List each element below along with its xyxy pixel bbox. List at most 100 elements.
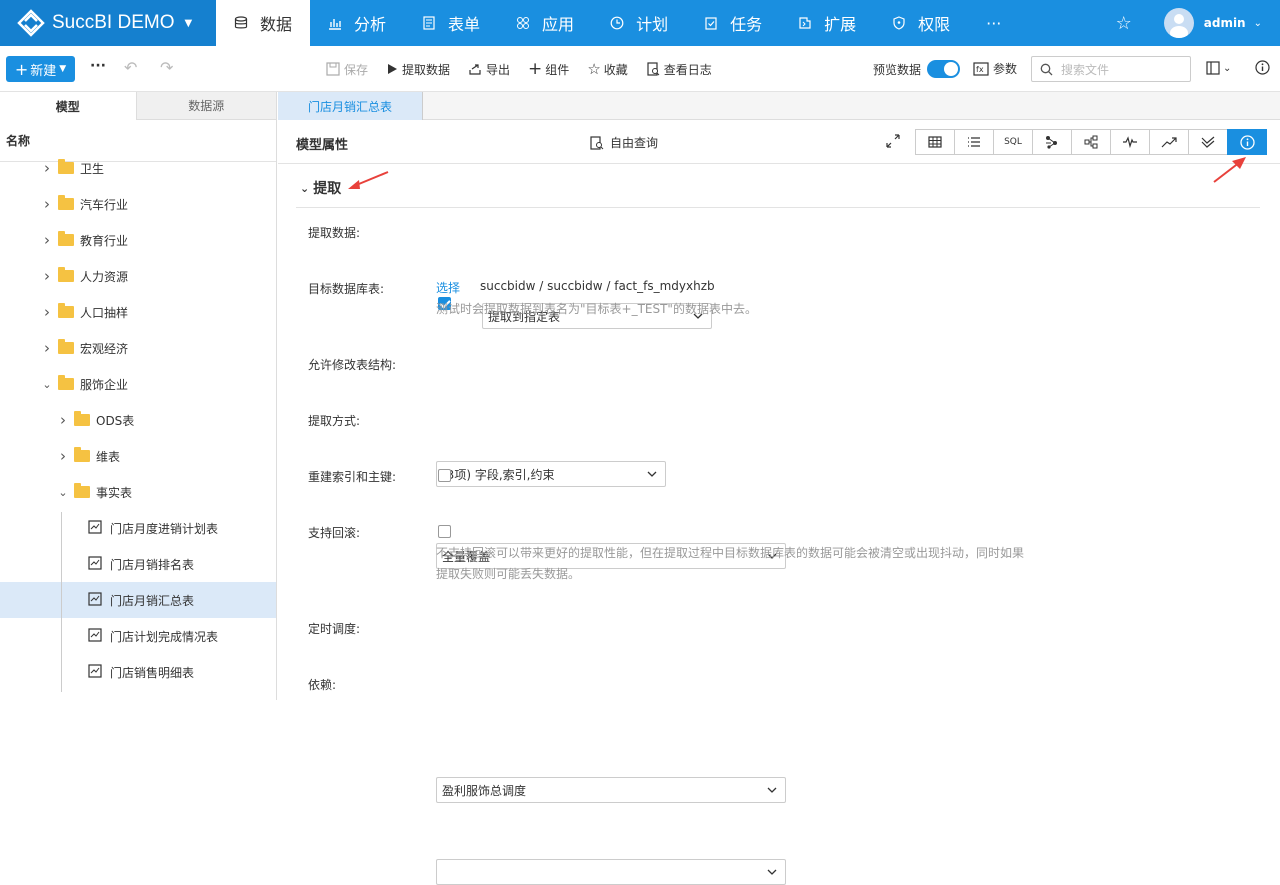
- extract-section-header[interactable]: ⌄ 提取: [300, 178, 341, 198]
- lineage-icon: [1046, 136, 1057, 149]
- folder-icon: [58, 159, 74, 174]
- nav-item-1[interactable]: 数据: [216, 0, 311, 46]
- free-query-button[interactable]: 自由查询: [590, 134, 658, 151]
- tab-current-model[interactable]: 门店月销汇总表: [278, 92, 423, 120]
- list-view-button[interactable]: [954, 129, 994, 155]
- tree-folder[interactable]: › 人力资源: [0, 258, 276, 294]
- info-icon[interactable]: [1255, 60, 1270, 78]
- user-menu[interactable]: admin ⌄: [1144, 8, 1280, 38]
- undo-icon[interactable]: ↶: [124, 58, 137, 77]
- trend-view-button[interactable]: [1149, 129, 1189, 155]
- chevron-right-icon[interactable]: ›: [40, 195, 54, 213]
- pulse-view-button[interactable]: [1110, 129, 1150, 155]
- table-view-button[interactable]: [915, 129, 955, 155]
- chevron-right-icon[interactable]: ›: [40, 339, 54, 357]
- schedule-select[interactable]: 盈利服饰总调度: [436, 777, 786, 803]
- tree-folder[interactable]: ⌄ 事实表: [0, 474, 276, 510]
- chevron-right-icon[interactable]: ›: [56, 411, 70, 429]
- info-icon: [1239, 134, 1255, 150]
- clock-icon: [610, 16, 630, 30]
- model-tree: › 卫生 › 汽车行业 › 教育行业 › 人力资源 › 人口抽样 › 宏观经济 ⌄ 服饰企业 › ODS表 › 维…: [0, 150, 276, 690]
- nav-item-6[interactable]: 任务: [686, 0, 780, 46]
- redo-icon[interactable]: ↷: [160, 58, 173, 77]
- params-button[interactable]: fx 参数: [973, 60, 1017, 77]
- compare-view-button[interactable]: [1188, 129, 1228, 155]
- schedule-label: 定时调度:: [308, 622, 361, 636]
- tree-view-button[interactable]: [1071, 129, 1111, 155]
- editor-tabs: 门店月销汇总表: [278, 92, 1280, 120]
- star-icon[interactable]: ☆: [1104, 13, 1144, 34]
- select-target-link[interactable]: 选择: [436, 279, 460, 296]
- annotation-arrow-icon: [1213, 157, 1246, 183]
- tree-folder[interactable]: › 维表: [0, 438, 276, 474]
- layout-menu-button[interactable]: ⌄: [1206, 61, 1231, 75]
- new-button-label: 新建: [30, 63, 57, 79]
- chevron-down-icon[interactable]: ⌄: [40, 378, 54, 391]
- lineage-view-button[interactable]: [1032, 129, 1072, 155]
- annotation-arrow-icon: [348, 171, 389, 189]
- target-table-label: 目标数据库表:: [308, 282, 385, 296]
- tree-folder[interactable]: › 宏观经济: [0, 330, 276, 366]
- view-log-button[interactable]: 查看日志: [646, 61, 712, 78]
- chevron-right-icon[interactable]: ›: [40, 303, 54, 321]
- nav-item-2[interactable]: 分析: [310, 0, 404, 46]
- rebuild-index-checkbox[interactable]: [438, 469, 451, 482]
- preview-switch[interactable]: [927, 60, 961, 78]
- tree-item-label: 宏观经济: [80, 341, 129, 356]
- tree-table-item[interactable]: 门店月销汇总表: [0, 582, 276, 618]
- tree-item-label: 汽车行业: [80, 197, 129, 212]
- extract-data-button[interactable]: 提取数据: [386, 61, 450, 78]
- allow-modify-select[interactable]: (3项) 字段,索引,约束: [436, 461, 666, 487]
- nav-item-label: ···: [986, 13, 1002, 33]
- export-button[interactable]: 导出: [468, 61, 510, 78]
- tree-folder[interactable]: › ODS表: [0, 402, 276, 438]
- sql-view-button[interactable]: SQL: [993, 129, 1033, 155]
- tree-table-item[interactable]: 门店月销排名表: [0, 546, 276, 582]
- favorite-button[interactable]: ☆ 收藏: [587, 60, 627, 78]
- tab-model[interactable]: 模型: [0, 92, 137, 120]
- layout-icon: [1206, 61, 1220, 75]
- nav-item-7[interactable]: 扩展: [780, 0, 874, 46]
- chevron-down-icon: ⌄: [300, 181, 310, 195]
- sql-label: SQL: [1004, 137, 1022, 147]
- nav-item-label: 任务: [730, 15, 763, 34]
- chevron-right-icon[interactable]: ›: [56, 447, 70, 465]
- nav-item-8[interactable]: 权限: [874, 0, 968, 46]
- model-table-icon: [88, 627, 102, 645]
- chevron-right-icon[interactable]: ›: [40, 231, 54, 249]
- compare-icon: [1201, 136, 1215, 148]
- tree-folder[interactable]: › 教育行业: [0, 222, 276, 258]
- dependency-select[interactable]: [436, 859, 786, 885]
- tree-table-item[interactable]: 门店销售明细表: [0, 654, 276, 690]
- more-icon[interactable]: ···: [90, 58, 106, 74]
- nav-item-4[interactable]: 应用: [498, 0, 592, 46]
- expand-icon[interactable]: [886, 134, 900, 151]
- search-placeholder: 搜索文件: [1061, 62, 1110, 77]
- tree-table-item[interactable]: 门店计划完成情况表: [0, 618, 276, 654]
- tree-folder[interactable]: › 人口抽样: [0, 294, 276, 330]
- chevron-right-icon[interactable]: ›: [40, 267, 54, 285]
- rollback-checkbox[interactable]: [438, 525, 451, 538]
- form-icon: [422, 16, 442, 30]
- database-icon: [234, 16, 254, 30]
- nav-item-5[interactable]: 计划: [592, 0, 686, 46]
- info-view-button[interactable]: [1227, 129, 1267, 155]
- table-icon: [928, 136, 942, 148]
- save-button[interactable]: 保存: [326, 61, 368, 78]
- brand-switcher[interactable]: SuccBI DEMO ▼: [0, 0, 216, 46]
- nav-item-9[interactable]: ···: [968, 0, 1019, 46]
- tree-item-label: 服饰企业: [80, 377, 129, 392]
- tree-table-item[interactable]: 门店月度进销计划表: [0, 510, 276, 546]
- nav-item-3[interactable]: 表单: [404, 0, 498, 46]
- tree-folder[interactable]: › 卫生: [0, 150, 276, 186]
- chevron-right-icon[interactable]: ›: [40, 159, 54, 177]
- tab-datasource[interactable]: 数据源: [136, 92, 276, 120]
- tree-folder[interactable]: ⌄ 服饰企业: [0, 366, 276, 402]
- search-input[interactable]: 搜索文件: [1031, 56, 1191, 82]
- brand-name: SuccBI DEMO: [52, 12, 175, 33]
- tree-folder[interactable]: › 汽车行业: [0, 186, 276, 222]
- chevron-down-icon[interactable]: ⌄: [56, 486, 70, 499]
- preview-data-toggle[interactable]: 预览数据: [873, 60, 961, 78]
- component-button[interactable]: + 组件: [528, 59, 569, 79]
- new-button[interactable]: + 新建 ▼: [6, 56, 75, 82]
